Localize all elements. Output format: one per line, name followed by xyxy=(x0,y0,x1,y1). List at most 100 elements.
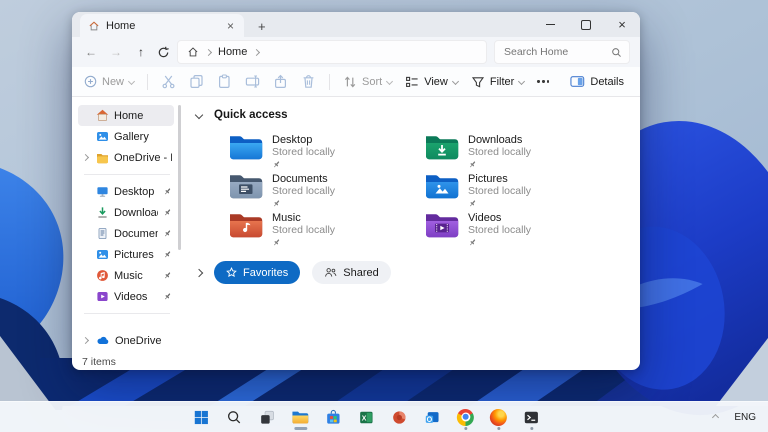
sidebar-item-gallery[interactable]: Gallery xyxy=(78,126,174,147)
pin-icon xyxy=(163,292,172,301)
sidebar-item-desktop[interactable]: Desktop xyxy=(78,181,174,202)
music-folder-icon xyxy=(228,211,264,239)
pin-icon xyxy=(272,160,281,169)
back-button[interactable]: ← xyxy=(82,45,100,59)
view-button[interactable]: View xyxy=(405,75,458,89)
breadcrumb-item-home[interactable]: Home xyxy=(218,46,247,58)
shared-tab[interactable]: Shared xyxy=(312,261,390,284)
quick-access-item-music[interactable]: Music Stored locally xyxy=(228,211,424,245)
tile-name: Pictures xyxy=(468,173,531,185)
sidebar-item-videos[interactable]: Videos xyxy=(78,286,174,307)
rename-button[interactable] xyxy=(245,74,260,89)
tab-home[interactable]: Home × xyxy=(80,14,244,37)
collapse-chevron-icon[interactable] xyxy=(195,111,203,119)
taskbar-search-button[interactable] xyxy=(223,404,246,430)
maximize-icon xyxy=(581,20,591,30)
chrome-button[interactable] xyxy=(454,404,477,430)
sidebar-separator xyxy=(84,313,170,314)
firefox-button[interactable] xyxy=(487,404,510,430)
sidebar-item-pictures[interactable]: Pictures xyxy=(78,244,174,265)
delete-button[interactable] xyxy=(301,74,316,89)
gallery-icon xyxy=(96,130,109,143)
start-button[interactable] xyxy=(190,404,213,430)
quick-access-header[interactable]: Quick access xyxy=(196,109,640,121)
pin-icon xyxy=(163,250,172,259)
maximize-button[interactable] xyxy=(568,12,604,37)
sidebar-item-label: Documents xyxy=(114,228,158,240)
sidebar-item-music[interactable]: Music xyxy=(78,265,174,286)
sidebar-item-label: OneDrive - Perso xyxy=(114,152,172,164)
windows-logo-icon xyxy=(193,409,210,426)
quick-access-item-pictures[interactable]: Pictures Stored locally xyxy=(424,172,620,206)
sidebar-item-label: Music xyxy=(114,270,158,282)
search-box[interactable] xyxy=(494,40,630,64)
language-indicator[interactable]: ENG xyxy=(734,412,756,423)
firefox-icon xyxy=(490,409,507,426)
close-button[interactable]: × xyxy=(604,12,640,37)
refresh-button[interactable] xyxy=(157,46,170,59)
up-button[interactable]: ↑ xyxy=(132,45,150,59)
documents-icon xyxy=(96,227,109,240)
more-options-button[interactable] xyxy=(537,80,549,82)
tile-name: Documents xyxy=(272,173,335,185)
copy-button[interactable] xyxy=(189,74,204,89)
filter-button[interactable]: Filter xyxy=(471,75,524,89)
quick-access-item-documents[interactable]: Documents Stored locally xyxy=(228,172,424,206)
home-tab-icon xyxy=(88,20,100,32)
microsoft-store-button[interactable] xyxy=(322,404,345,430)
outlook-button[interactable] xyxy=(421,404,444,430)
sidebar-item-onedrive[interactable]: OneDrive xyxy=(78,330,174,351)
tile-name: Videos xyxy=(468,212,531,224)
powerpoint-button[interactable] xyxy=(388,404,411,430)
quick-access-item-downloads[interactable]: Downloads Stored locally xyxy=(424,133,620,167)
sort-button[interactable]: Sort xyxy=(343,75,392,89)
quick-access-item-desktop[interactable]: Desktop Stored locally xyxy=(228,133,424,167)
new-button[interactable]: New xyxy=(84,75,134,88)
excel-button[interactable]: X xyxy=(355,404,378,430)
videos-folder-icon xyxy=(424,211,460,239)
search-input[interactable] xyxy=(502,45,611,59)
sort-label: Sort xyxy=(362,76,382,88)
paste-button[interactable] xyxy=(217,74,232,89)
sidebar-item-downloads[interactable]: Downloads xyxy=(78,202,174,223)
tab-close-icon[interactable]: × xyxy=(225,20,236,32)
filter-label: Filter xyxy=(490,76,514,88)
minimize-button[interactable] xyxy=(532,12,568,37)
task-view-button[interactable] xyxy=(256,404,279,430)
breadcrumb-chevron-icon[interactable] xyxy=(253,48,260,55)
sidebar-item-documents[interactable]: Documents xyxy=(78,223,174,244)
chevron-down-icon xyxy=(386,78,393,85)
sidebar-scrollbar[interactable] xyxy=(178,105,181,250)
quick-access-item-videos[interactable]: Videos Stored locally xyxy=(424,211,620,245)
powerpoint-icon xyxy=(391,409,408,426)
forward-button[interactable]: → xyxy=(107,45,125,59)
expand-chevron-icon[interactable] xyxy=(82,154,89,161)
details-button[interactable]: Details xyxy=(570,75,624,88)
expand-chevron-icon[interactable] xyxy=(195,268,203,276)
details-icon xyxy=(570,75,585,88)
pin-icon xyxy=(468,160,477,169)
terminal-button[interactable] xyxy=(520,404,543,430)
videos-icon xyxy=(96,290,109,303)
new-icon xyxy=(84,75,97,88)
file-explorer-icon xyxy=(291,409,310,426)
expand-chevron-icon[interactable] xyxy=(82,337,89,344)
running-indicator xyxy=(464,427,467,430)
file-explorer-taskbar-button[interactable] xyxy=(289,404,312,430)
items-count: 7 items xyxy=(82,356,116,368)
sidebar-item-label: Downloads xyxy=(114,207,158,219)
breadcrumb-home-icon[interactable] xyxy=(187,46,199,58)
navigation-pane: Home Gallery xyxy=(72,97,182,353)
breadcrumb[interactable]: Home xyxy=(177,40,487,64)
system-tray: ENG xyxy=(713,402,756,432)
share-button[interactable] xyxy=(273,74,288,89)
sidebar-item-home[interactable]: Home xyxy=(78,105,174,126)
svg-text:X: X xyxy=(362,415,367,422)
sidebar-item-label: OneDrive xyxy=(115,335,172,347)
breadcrumb-chevron-icon xyxy=(205,48,212,55)
new-tab-button[interactable]: + xyxy=(258,20,266,33)
cut-button[interactable] xyxy=(161,74,176,89)
favorites-tab[interactable]: Favorites xyxy=(214,261,300,284)
sidebar-item-onedrive-personal[interactable]: OneDrive - Perso xyxy=(78,147,174,168)
tray-overflow-chevron-icon[interactable] xyxy=(712,413,719,420)
